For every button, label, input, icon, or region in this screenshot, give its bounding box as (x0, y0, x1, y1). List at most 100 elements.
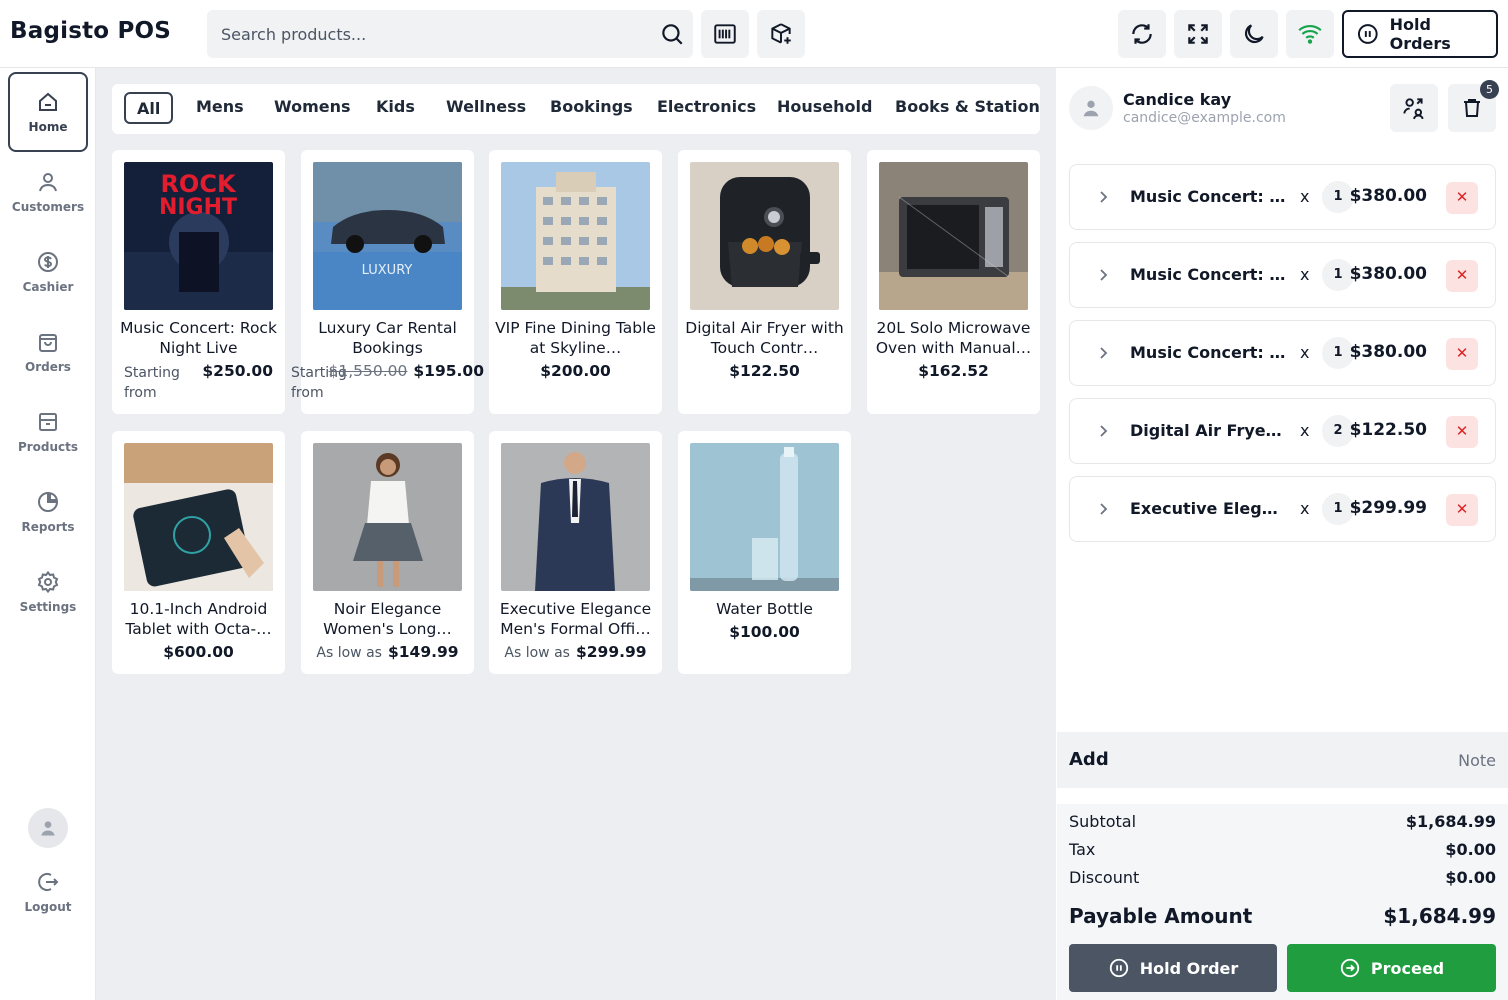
svg-text:ROCK: ROCK (160, 170, 236, 198)
svg-text:NIGHT: NIGHT (159, 195, 237, 220)
sidebar-item-orders[interactable]: Orders (8, 312, 88, 392)
remove-item-button[interactable]: ✕ (1446, 182, 1478, 214)
sidebar-item-cashier[interactable]: Cashier (8, 232, 88, 312)
fullscreen-button[interactable] (1174, 10, 1222, 58)
cart-item-name: Music Concert: Rock Night Live (1130, 265, 1288, 284)
wifi-status-button[interactable] (1286, 10, 1334, 58)
product-price-value: $299.99 (575, 643, 647, 661)
tab-electronics[interactable]: Electronics (657, 92, 756, 124)
cart-item-price: $380.00 (1349, 342, 1427, 362)
product-name: VIP Fine Dining Table at Skyline… (495, 319, 656, 357)
user-avatar[interactable] (28, 808, 68, 848)
hold-orders-button[interactable]: Hold Orders (1342, 10, 1498, 58)
discount-value: $0.00 (1445, 868, 1496, 887)
tax-label: Tax (1069, 840, 1096, 859)
product-name: Digital Air Fryer with Touch Contr… (685, 319, 844, 357)
product-name: Water Bottle (716, 600, 813, 618)
tab-household[interactable]: Household (777, 92, 872, 124)
tab-womens[interactable]: Womens (274, 92, 351, 124)
top-header: Bagisto POS Hold Orders (0, 0, 1508, 68)
moon-icon (1244, 24, 1264, 44)
tab-bookings[interactable]: Bookings (550, 92, 633, 124)
category-tabs: All Mens Womens Kids Wellness Bookings E… (112, 84, 1040, 134)
subtotal-value: $1,684.99 (1405, 812, 1496, 831)
customer-email: candice@example.com (1123, 110, 1286, 126)
payable-label: Payable Amount (1069, 904, 1253, 928)
chevron-right-icon[interactable] (1096, 266, 1110, 284)
sidebar-item-home[interactable]: Home (8, 72, 88, 152)
proceed-label: Proceed (1370, 958, 1445, 978)
cart-item[interactable]: Digital Air Fryer with Touch Control x 2… (1069, 398, 1496, 464)
logout-button[interactable]: Logout (8, 852, 88, 932)
product-card[interactable]: 20L Solo Microwave Oven with Manual… $16… (867, 150, 1040, 414)
chevron-right-icon[interactable] (1096, 188, 1110, 206)
product-card[interactable]: 10.1-Inch Android Tablet with Octa-… $60… (112, 431, 285, 674)
tab-kids[interactable]: Kids (376, 92, 415, 124)
cart-item-price: $122.50 (1349, 420, 1427, 440)
tab-all[interactable]: All (124, 92, 174, 124)
product-price: $100.00 (729, 623, 800, 641)
dark-mode-button[interactable] (1230, 10, 1278, 58)
tab-wellness[interactable]: Wellness (446, 92, 526, 124)
product-name: 10.1-Inch Android Tablet with Octa-… (125, 600, 272, 638)
product-area: All Mens Womens Kids Wellness Bookings E… (96, 68, 1056, 1000)
product-card[interactable]: Water Bottle $100.00 (678, 431, 851, 674)
remove-item-button[interactable]: ✕ (1446, 260, 1478, 292)
remove-item-button[interactable]: ✕ (1446, 338, 1478, 370)
product-card[interactable]: ROCK NIGHT Music Concert: Rock Night Live… (112, 150, 285, 414)
chevron-right-icon[interactable] (1096, 500, 1110, 518)
product-price: $250.00 (202, 362, 273, 380)
product-price: $600.00 (163, 643, 234, 661)
wifi-icon (1298, 24, 1322, 44)
cart-item[interactable]: Music Concert: Rock Night Live x 1 $380.… (1069, 164, 1496, 230)
fullscreen-icon (1188, 24, 1208, 44)
sidebar-item-settings[interactable]: Settings (8, 552, 88, 632)
product-card[interactable]: Executive Elegance Men's Formal Offi… As… (489, 431, 662, 674)
cart-item-name: Music Concert: Rock Night Live (1130, 343, 1288, 362)
product-price: As low as $149.99 (301, 643, 474, 661)
cart-item-price: $380.00 (1349, 186, 1427, 206)
add-product-button[interactable] (757, 10, 805, 58)
product-price-label: As low as (316, 645, 382, 661)
product-image (879, 162, 1028, 310)
add-button[interactable]: Add (1069, 749, 1109, 770)
tab-books-stationery[interactable]: Books & Stationery (895, 92, 1040, 124)
brand-logo: Bagisto POS (10, 18, 172, 44)
discount-label: Discount (1069, 868, 1140, 887)
product-card[interactable]: Digital Air Fryer with Touch Contr… $122… (678, 150, 851, 414)
sidebar-item-label: Products (17, 440, 79, 454)
remove-item-button[interactable]: ✕ (1446, 494, 1478, 526)
product-card[interactable]: LUXURY Luxury Car Rental Bookings Starti… (291, 150, 484, 414)
chevron-right-icon[interactable] (1096, 422, 1110, 440)
svg-text:LUXURY: LUXURY (362, 263, 413, 278)
switch-customer-button[interactable] (1390, 84, 1438, 132)
cart-item[interactable]: Music Concert: Rock Night Live x 1 $380.… (1069, 320, 1496, 386)
hold-order-button[interactable]: Hold Order (1069, 944, 1277, 992)
cart-item-price: $299.99 (1349, 498, 1427, 518)
subtotal-label: Subtotal (1069, 812, 1137, 831)
product-card[interactable]: Noir Elegance Women's Long… As low as $14… (301, 431, 474, 674)
avatar-icon (41, 821, 55, 836)
product-image: LUXURY (313, 162, 462, 310)
search-icon[interactable] (659, 21, 685, 47)
sidebar-item-reports[interactable]: Reports (8, 472, 88, 552)
sidebar-item-customers[interactable]: Customers (8, 152, 88, 232)
barcode-button[interactable] (701, 10, 749, 58)
chevron-right-icon[interactable] (1096, 344, 1110, 362)
customer-avatar (1069, 86, 1113, 130)
product-card[interactable]: VIP Fine Dining Table at Skyline… $200.0… (489, 150, 662, 414)
product-image (690, 162, 839, 310)
cart-item[interactable]: Music Concert: Rock Night Live x 1 $380.… (1069, 242, 1496, 308)
product-image: ROCK NIGHT (124, 162, 273, 310)
product-image (501, 162, 650, 310)
note-button[interactable]: Note (1458, 751, 1496, 770)
tab-mens[interactable]: Mens (196, 92, 244, 124)
avatar-icon (1083, 100, 1099, 117)
proceed-button[interactable]: Proceed (1287, 944, 1496, 992)
cart-item[interactable]: Executive Elegance Men's Formal Office x… (1069, 476, 1496, 542)
remove-item-button[interactable]: ✕ (1446, 416, 1478, 448)
search-input[interactable] (207, 10, 647, 58)
sync-button[interactable] (1118, 10, 1166, 58)
pause-circle-icon (1109, 958, 1128, 978)
sidebar-item-products[interactable]: Products (8, 392, 88, 472)
